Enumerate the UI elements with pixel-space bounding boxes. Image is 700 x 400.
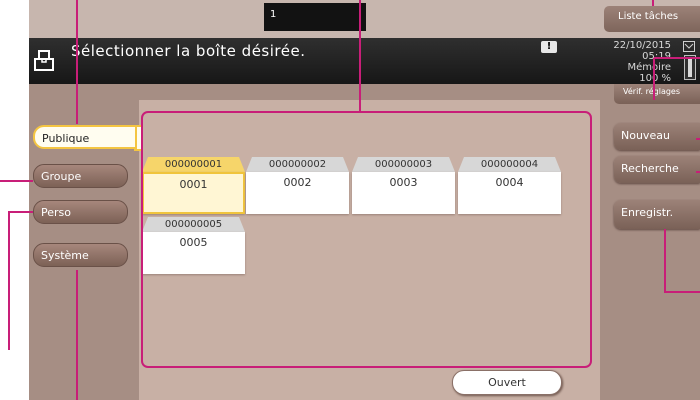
open-button[interactable]: Ouvert bbox=[452, 370, 562, 395]
new-button[interactable]: Nouveau bbox=[614, 123, 700, 150]
memory-icon bbox=[683, 41, 695, 52]
header-bar: Sélectionner la boîte désirée. ! 22/10/2… bbox=[29, 38, 700, 84]
time-text: 05:19 bbox=[642, 51, 671, 62]
box-icon bbox=[34, 50, 54, 71]
job-count-display: 1 bbox=[264, 3, 366, 31]
box-list-highlight-frame bbox=[141, 111, 592, 368]
tab-personal[interactable]: Perso bbox=[33, 200, 128, 224]
tab-group[interactable]: Groupe bbox=[33, 164, 128, 188]
memory-gauge-fill bbox=[688, 58, 692, 77]
job-list-button[interactable]: Liste tâches bbox=[604, 6, 700, 32]
check-settings-button[interactable]: Vérif. réglages bbox=[614, 84, 700, 104]
date-text: 22/10/2015 bbox=[613, 40, 671, 51]
tab-public[interactable]: Publique bbox=[33, 125, 137, 149]
memory-label: Mémoire bbox=[627, 62, 671, 73]
status-info: 22/10/2015 05:19 Mémoire 100 % bbox=[579, 40, 671, 84]
alert-icon[interactable]: ! bbox=[541, 41, 557, 53]
register-button[interactable]: Enregistr. bbox=[614, 200, 700, 229]
tab-system[interactable]: Système bbox=[33, 243, 128, 267]
search-button[interactable]: Recherche bbox=[614, 156, 700, 183]
memory-percent: 100 % bbox=[639, 73, 671, 84]
page-title: Sélectionner la boîte désirée. bbox=[71, 42, 306, 60]
memory-gauge bbox=[684, 55, 696, 80]
top-bar: 1 Liste tâches bbox=[29, 0, 700, 38]
